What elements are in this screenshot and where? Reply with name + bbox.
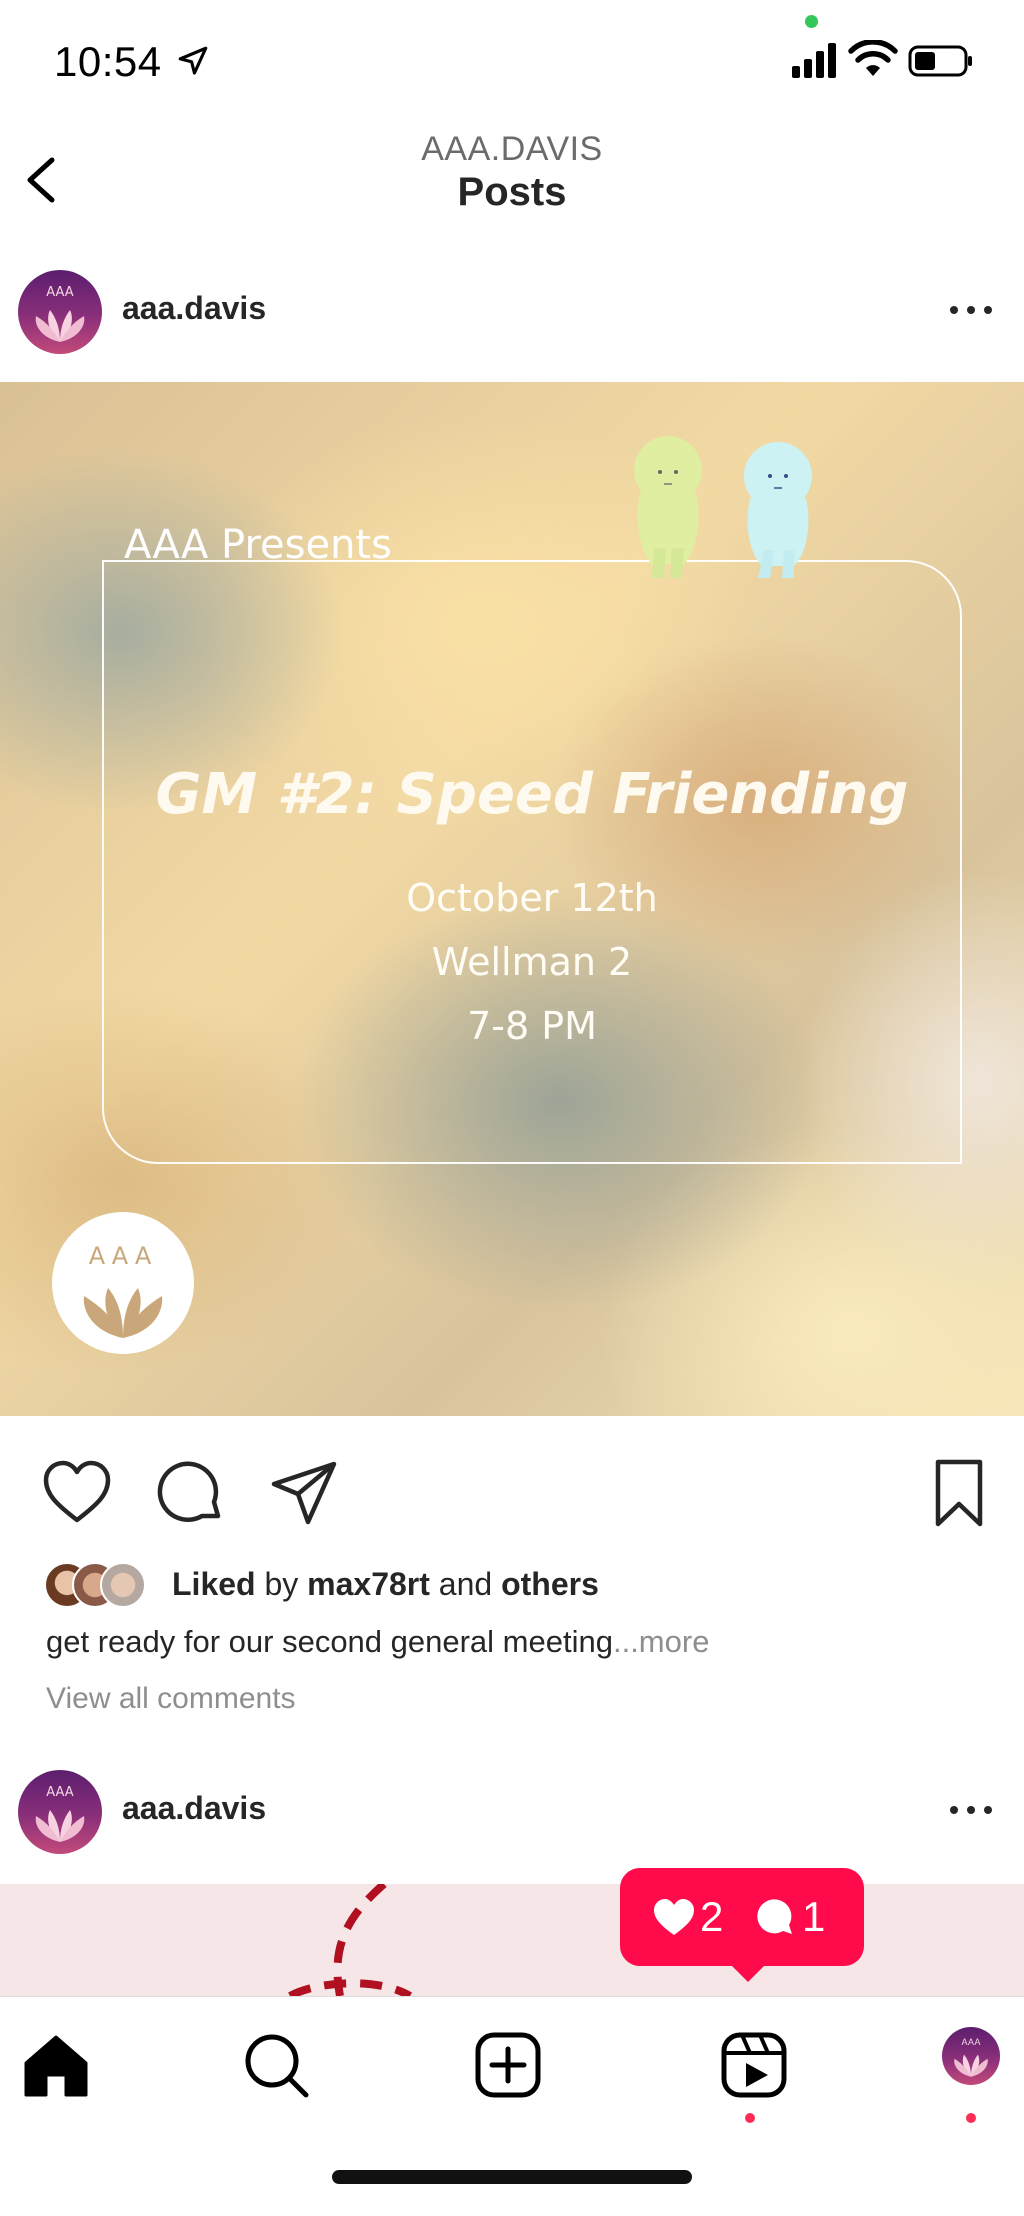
lotus-logo-icon: AAA [35, 1785, 85, 1842]
bookmark-icon[interactable] [922, 1456, 996, 1530]
comment-icon[interactable] [154, 1456, 228, 1530]
avatar: AAA [942, 2027, 1000, 2085]
likes-others[interactable]: others [501, 1566, 599, 1602]
post-image[interactable] [0, 1884, 1024, 1996]
aaa-logo: AAA [52, 1212, 194, 1354]
create-post-icon[interactable] [470, 2027, 546, 2103]
profile-tab[interactable]: AAA [942, 2027, 1000, 2085]
event-title: GM #2: Speed Friending [155, 762, 909, 827]
svg-text:AAA: AAA [46, 1785, 74, 1800]
signal-icon [792, 43, 836, 78]
heart-icon[interactable] [40, 1456, 114, 1530]
comment-filled-icon [757, 1899, 792, 1934]
privacy-indicator-dot [805, 15, 818, 28]
search-icon[interactable] [238, 2027, 314, 2103]
page-title: Posts [457, 170, 567, 214]
share-icon[interactable] [268, 1456, 342, 1530]
post-username[interactable]: aaa.davis [122, 1790, 266, 1827]
liker-avatar [100, 1562, 146, 1608]
svg-text:AAA: AAA [46, 285, 74, 300]
avatar[interactable]: AAA [18, 1770, 102, 1854]
figurines-illustration [634, 436, 812, 578]
svg-text:AAA: AAA [962, 2038, 982, 2048]
event-location: Wellman 2 [431, 940, 633, 984]
event-time: 7-8 PM [467, 1004, 597, 1048]
post-image[interactable]: AAA Presents GM #2: Speed Friending Octo… [0, 382, 1024, 1416]
notification-comments: 1 [754, 1892, 825, 1942]
post-header: AAA aaa.davis [0, 1760, 1024, 1860]
status-bar: 10:54 [0, 0, 1024, 120]
heart-filled-icon [654, 1899, 694, 1935]
profile-notification-dot [966, 2113, 976, 2123]
more-options-icon[interactable] [944, 290, 998, 330]
lotus-logo-icon: AAA [83, 1242, 163, 1338]
header-account-name: AAA.DAVIS [421, 130, 603, 168]
post-caption: get ready for our second general meeting… [46, 1624, 710, 1659]
reels-icon[interactable] [716, 2027, 792, 2103]
wifi-icon [848, 40, 898, 76]
liker-avatars [44, 1562, 154, 1608]
header: AAA.DAVIS Posts [0, 120, 1024, 230]
presents-text: AAA Presents [124, 522, 392, 568]
dashed-path-illustration [288, 1884, 413, 1996]
notification-likes: 2 [652, 1892, 723, 1942]
caption-more-link[interactable]: ...more [613, 1624, 709, 1659]
status-time: 10:54 [54, 38, 162, 85]
post-username[interactable]: aaa.davis [122, 290, 266, 327]
post-header: AAA aaa.davis [0, 260, 1024, 360]
battery-icon [908, 45, 972, 77]
reels-notification-dot [745, 2113, 755, 2123]
location-arrow-icon [178, 46, 208, 75]
avatar[interactable]: AAA [18, 270, 102, 354]
likes-row[interactable]: Liked by max78rt and others [44, 1558, 944, 1612]
event-date: October 12th [406, 876, 658, 920]
notification-tail [726, 1960, 770, 1982]
liker-username[interactable]: max78rt [307, 1566, 430, 1602]
view-comments-link[interactable]: View all comments [46, 1682, 296, 1716]
post-actions [0, 1456, 1024, 1536]
svg-text:AAA: AAA [89, 1242, 158, 1270]
more-options-icon[interactable] [944, 1790, 998, 1830]
event-frame [102, 560, 962, 1164]
home-icon[interactable] [18, 2027, 94, 2103]
lotus-logo-icon: AAA [954, 2038, 988, 2077]
lotus-logo-icon: AAA [35, 285, 85, 342]
likes-text: Liked by max78rt and others [172, 1566, 599, 1602]
home-indicator [332, 2170, 692, 2184]
activity-notification[interactable]: 2 1 [620, 1868, 864, 1966]
